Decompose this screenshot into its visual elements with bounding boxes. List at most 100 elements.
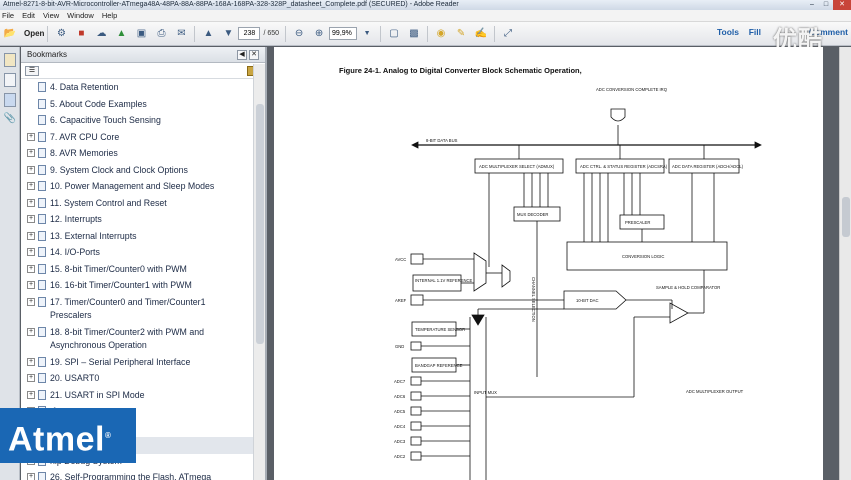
- expand-icon[interactable]: +: [27, 165, 35, 174]
- print-icon[interactable]: ⎙: [154, 26, 168, 42]
- bookmark-item[interactable]: +17. Timer/Counter0 and Timer/Counter1 Pr…: [21, 295, 253, 325]
- expand-icon[interactable]: +: [27, 357, 35, 366]
- label-admux: ADC MULTIPLEXER SELECT (ADMUX): [479, 164, 555, 169]
- comment-bubble-icon[interactable]: ◉: [434, 26, 448, 42]
- bookmark-item[interactable]: +18. 8-bit Timer/Counter2 with PWM and As…: [21, 325, 253, 355]
- sign-icon[interactable]: ✍: [474, 26, 488, 42]
- bookmarks-title: Bookmarks: [27, 50, 68, 59]
- expand-icon[interactable]: +: [27, 374, 35, 382]
- bookmark-icon: [38, 148, 46, 158]
- highlight-icon[interactable]: ✎: [454, 26, 468, 42]
- window-controls: – □ ✕: [805, 0, 851, 10]
- bookmark-item[interactable]: +26. Self-Programming the Flash, ATmega: [21, 470, 253, 480]
- menu-help[interactable]: Help: [102, 10, 117, 21]
- bookmark-item[interactable]: +19. SPI – Serial Peripheral Interface: [21, 355, 253, 372]
- toolbar-divider: [285, 25, 287, 42]
- bookmark-item[interactable]: +10. Power Management and Sleep Modes: [21, 179, 253, 196]
- expand-icon[interactable]: +: [27, 182, 35, 190]
- bookmark-item[interactable]: 6. Capacitive Touch Sensing: [21, 113, 253, 130]
- open-folder-icon[interactable]: 📂: [3, 26, 17, 42]
- fit-width-icon[interactable]: ▩: [407, 26, 421, 42]
- expand-icon[interactable]: +: [27, 264, 35, 273]
- bookmark-icon: [38, 164, 46, 175]
- page-total: / 650: [263, 30, 280, 37]
- upload-icon[interactable]: ▲: [114, 26, 128, 42]
- bookmark-icon: [38, 280, 46, 290]
- bookmark-item[interactable]: +9. System Clock and Clock Options: [21, 163, 253, 180]
- expand-icon[interactable]: +: [27, 198, 35, 207]
- expand-icon[interactable]: +: [27, 231, 35, 240]
- label-irq: ADC CONVERSION COMPLETE IRQ: [596, 87, 668, 92]
- expand-icon[interactable]: +: [27, 132, 35, 141]
- bookmark-label: 18. 8-bit Timer/Counter2 with PWM and: [50, 326, 205, 337]
- expand-icon[interactable]: ⤢: [501, 26, 515, 42]
- page-number-input[interactable]: 238: [238, 27, 261, 40]
- minimize-button[interactable]: –: [805, 0, 819, 10]
- bookmarks-scrollbar[interactable]: [253, 64, 265, 480]
- zoom-input[interactable]: 99,9%: [329, 27, 358, 40]
- bookmark-item[interactable]: +8. AVR Memories: [21, 146, 253, 163]
- expand-icon[interactable]: +: [27, 149, 35, 157]
- fit-page-icon[interactable]: ▢: [387, 26, 401, 42]
- close-panel-icon[interactable]: ✕: [249, 50, 259, 60]
- expand-icon[interactable]: +: [27, 215, 35, 223]
- document-scrollbar-thumb[interactable]: [842, 197, 850, 237]
- pages-icon[interactable]: [3, 73, 16, 87]
- bookmark-item[interactable]: +21. USART in SPI Mode: [21, 388, 253, 405]
- expand-icon[interactable]: +: [27, 327, 35, 336]
- document-scrollbar[interactable]: [839, 47, 851, 480]
- expand-icon[interactable]: +: [27, 473, 35, 480]
- menu-window[interactable]: Window: [67, 10, 94, 21]
- expand-icon[interactable]: +: [27, 281, 35, 289]
- bookmark-label: 11. System Control and Reset: [50, 197, 167, 208]
- bookmark-item[interactable]: +7. AVR CPU Core: [21, 130, 253, 147]
- window-title-bar: Atmel-8271-8-bit-AVR-Microcontroller-ATm…: [0, 0, 851, 10]
- options-menu-icon[interactable]: ☰: [25, 66, 39, 76]
- open-button[interactable]: Open: [24, 29, 44, 38]
- bookmark-item[interactable]: +15. 8-bit Timer/Counter0 with PWM: [21, 262, 253, 279]
- zoom-dropdown-icon[interactable]: ▼: [360, 26, 374, 42]
- zoom-in-icon[interactable]: ⊕: [312, 26, 326, 42]
- expand-icon[interactable]: +: [27, 248, 35, 256]
- tools-button[interactable]: Tools: [717, 27, 739, 37]
- expand-icon[interactable]: +: [27, 390, 35, 399]
- bookmark-item[interactable]: +16. 16-bit Timer/Counter1 with PWM: [21, 278, 253, 295]
- label-prescaler: PRESCALER: [625, 220, 650, 225]
- label-adc-mux-output: ADC MULTIPLEXER OUTPUT: [686, 389, 744, 394]
- bookmark-item[interactable]: +11. System Control and Reset: [21, 196, 253, 213]
- next-page-icon[interactable]: ▼: [221, 26, 235, 42]
- expand-icon[interactable]: +: [27, 297, 35, 306]
- bookmark-item[interactable]: +12. Interrupts: [21, 212, 253, 229]
- label-temp-sensor: TEMPERATURE SENSOR: [415, 327, 465, 332]
- create-icon[interactable]: ■: [74, 26, 88, 42]
- bookmark-item[interactable]: 4. Data Retention: [21, 80, 253, 97]
- label-adc5: ADC5: [394, 409, 406, 414]
- bookmarks-icon[interactable]: [3, 93, 16, 107]
- menu-edit[interactable]: Edit: [22, 10, 35, 21]
- email-icon[interactable]: ✉: [174, 26, 188, 42]
- label-adcsra: ADC CTRL. & STATUS REGISTER (ADCSRA): [580, 164, 668, 169]
- bookmark-item[interactable]: +20. USART0: [21, 371, 253, 388]
- scrollbar-thumb[interactable]: [256, 104, 264, 344]
- bookmark-item[interactable]: +13. External Interrupts: [21, 229, 253, 246]
- zoom-out-icon[interactable]: ⊖: [292, 26, 306, 42]
- label-gnd: GND: [395, 344, 404, 349]
- label-adc2: ADC2: [394, 454, 406, 459]
- menu-view[interactable]: View: [43, 10, 59, 21]
- bookmarks-header: Bookmarks ◀ ✕: [21, 47, 265, 63]
- save-icon[interactable]: ▣: [134, 26, 148, 42]
- attachment-icon[interactable]: [3, 53, 16, 67]
- create-pdf-icon[interactable]: ⚙: [54, 26, 68, 42]
- fill-sign-button[interactable]: Fill: [749, 27, 761, 37]
- bookmark-item[interactable]: 5. About Code Examples: [21, 97, 253, 114]
- maximize-button[interactable]: □: [819, 0, 833, 10]
- toolbar-divider: [494, 25, 496, 42]
- paperclip-icon[interactable]: 📎: [4, 113, 16, 127]
- share-icon[interactable]: ☁: [94, 26, 108, 42]
- previous-page-icon[interactable]: ▲: [201, 26, 215, 42]
- close-button[interactable]: ✕: [833, 0, 851, 10]
- collapse-panel-icon[interactable]: ◀: [237, 50, 247, 60]
- bookmark-item[interactable]: +14. I/O-Ports: [21, 245, 253, 262]
- pdf-page: Figure 24-1. Analog to Digital Converter…: [274, 47, 823, 480]
- menu-file[interactable]: File: [2, 10, 14, 21]
